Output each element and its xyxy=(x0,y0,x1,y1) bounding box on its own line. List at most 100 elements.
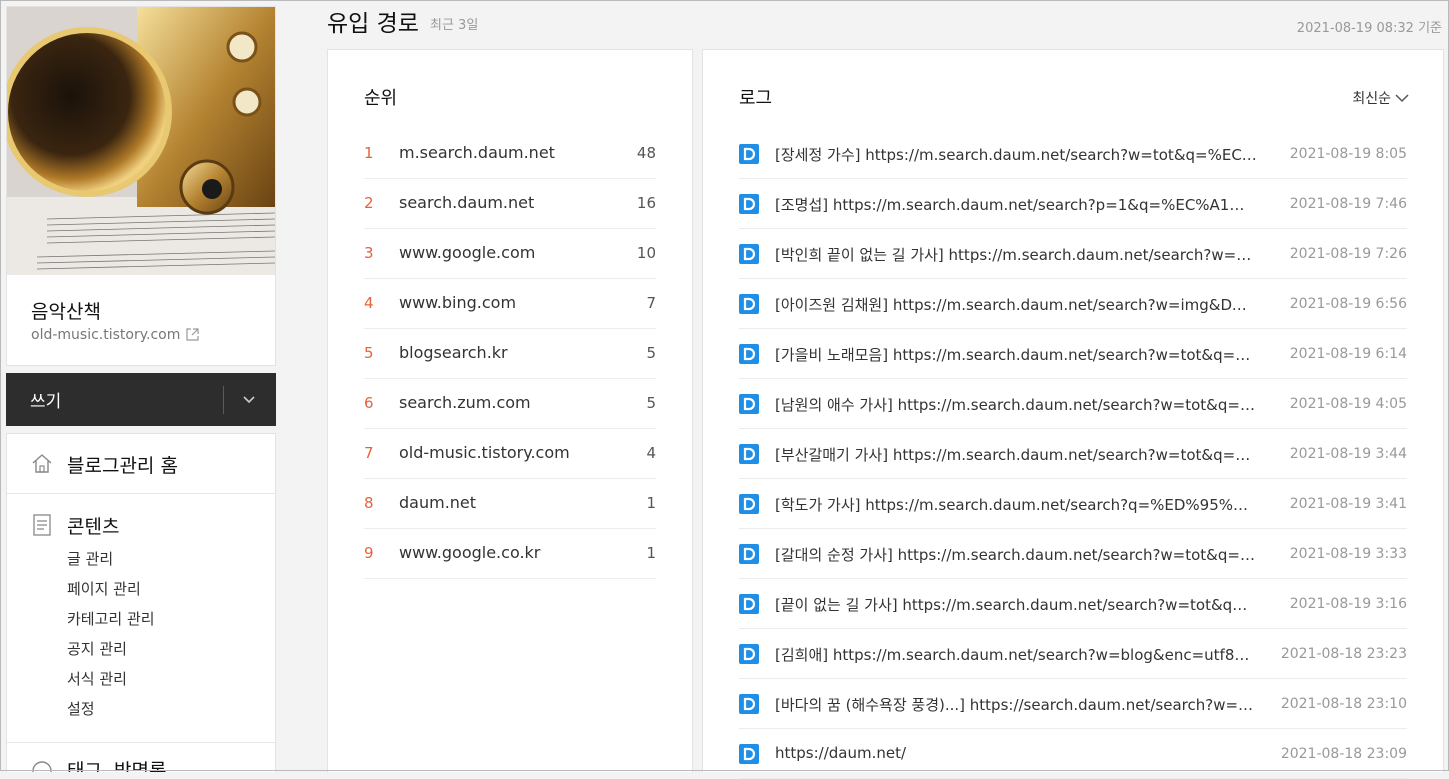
log-link[interactable]: [남원의 애수 가사] https://m.search.daum.net/se… xyxy=(775,394,1257,415)
submenu-notice-manage[interactable]: 공지 관리 xyxy=(67,637,155,667)
ranking-panel: 순위 1 m.search.daum.net 48 2 search.daum.net… xyxy=(327,49,693,772)
log-link[interactable]: https://daum.net/ xyxy=(775,744,1257,762)
ranking-title: 순위 xyxy=(364,88,398,109)
log-time: 2021-08-19 4:05 xyxy=(1289,396,1407,412)
log-link[interactable]: [아이즈원 김채원] https://m.search.daum.net/sea… xyxy=(775,294,1257,315)
log-row: [남원의 애수 가사] https://m.search.daum.net/se… xyxy=(739,379,1407,429)
ranking-list: 1 m.search.daum.net 48 2 search.daum.net 16 … xyxy=(364,129,656,579)
rank-number: 4 xyxy=(364,294,374,312)
home-icon xyxy=(31,452,53,478)
sort-label[interactable]: 최신순 xyxy=(1352,91,1391,107)
ranking-row: 1 m.search.daum.net 48 xyxy=(364,129,656,179)
page-title: 유입 경로 xyxy=(327,11,419,37)
daum-source-icon xyxy=(739,144,759,164)
external-link-icon[interactable] xyxy=(186,328,199,345)
rank-count: 16 xyxy=(636,194,656,212)
log-link[interactable]: [김희애] https://m.search.daum.net/search?w… xyxy=(775,644,1257,665)
submenu-page-manage[interactable]: 페이지 관리 xyxy=(67,577,155,607)
log-time: 2021-08-18 23:09 xyxy=(1280,746,1407,762)
chevron-down-icon[interactable] xyxy=(1395,93,1409,103)
blog-url-link[interactable]: old-music.tistory.com xyxy=(31,327,199,345)
daum-source-icon xyxy=(739,544,759,564)
log-row: [끝이 없는 길 가사] https://m.search.daum.net/s… xyxy=(739,579,1407,629)
daum-source-icon xyxy=(739,644,759,664)
write-button-bar: 쓰기 xyxy=(6,373,276,426)
blog-name: 음악산책 xyxy=(31,301,101,323)
log-title: 로그 xyxy=(739,88,773,109)
rank-count: 5 xyxy=(646,394,656,412)
menu-item-blog-home[interactable]: 블로그관리 홈 xyxy=(7,434,275,494)
rank-domain: daum.net xyxy=(399,493,477,512)
menu-home-label[interactable]: 블로그관리 홈 xyxy=(67,451,178,478)
document-icon xyxy=(33,514,51,540)
page-period: 최근 3일 xyxy=(430,18,479,33)
log-row: [바다의 꿈 (해수욕장 풍경)...] https://search.daum… xyxy=(739,679,1407,729)
rank-number: 6 xyxy=(364,394,374,412)
daum-source-icon xyxy=(739,344,759,364)
sort-dropdown[interactable]: 최신순 xyxy=(1352,88,1409,108)
rank-number: 2 xyxy=(364,194,374,212)
menu-tags-guestbook-label[interactable]: 태그, 방명록 xyxy=(67,756,166,772)
rank-number: 3 xyxy=(364,244,374,262)
daum-source-icon xyxy=(739,494,759,514)
log-row: https://daum.net/2021-08-18 23:09 xyxy=(739,729,1407,779)
log-panel: 로그 최신순 [장세정 가수] https://m.search.daum.ne… xyxy=(702,49,1444,779)
blog-url-text[interactable]: old-music.tistory.com xyxy=(31,327,180,343)
rank-count: 1 xyxy=(646,544,656,562)
rank-domain: blogsearch.kr xyxy=(399,343,508,362)
rank-domain: www.google.com xyxy=(399,243,536,262)
rank-domain: old-music.tistory.com xyxy=(399,443,570,462)
rank-count: 10 xyxy=(636,244,656,262)
daum-source-icon xyxy=(739,594,759,614)
blog-cover-image[interactable] xyxy=(7,7,275,275)
log-time: 2021-08-19 6:14 xyxy=(1289,346,1407,362)
daum-source-icon xyxy=(739,444,759,464)
log-time: 2021-08-19 3:44 xyxy=(1289,446,1407,462)
daum-source-icon xyxy=(739,394,759,414)
log-link[interactable]: [학도가 가사] https://m.search.daum.net/searc… xyxy=(775,494,1257,515)
submenu-template-manage[interactable]: 서식 관리 xyxy=(67,667,155,697)
ranking-row: 2 search.daum.net 16 xyxy=(364,179,656,229)
submenu-category-manage[interactable]: 카테고리 관리 xyxy=(67,607,155,637)
rank-number: 7 xyxy=(364,444,374,462)
sidebar-menu: 블로그관리 홈 콘텐츠 글 관리 페이지 관리 카테고리 관리 공지 관리 서식… xyxy=(6,433,276,772)
write-divider xyxy=(223,386,224,414)
log-row: [가을비 노래모음] https://m.search.daum.net/sea… xyxy=(739,329,1407,379)
daum-source-icon xyxy=(739,244,759,264)
log-row: [조명섭] https://m.search.daum.net/search?p… xyxy=(739,179,1407,229)
log-link[interactable]: [갈대의 순정 가사] https://m.search.daum.net/se… xyxy=(775,544,1257,565)
log-time: 2021-08-18 23:10 xyxy=(1280,696,1407,712)
ranking-row: 5 blogsearch.kr 5 xyxy=(364,329,656,379)
log-row: [갈대의 순정 가사] https://m.search.daum.net/se… xyxy=(739,529,1407,579)
log-time: 2021-08-19 7:46 xyxy=(1289,196,1407,212)
submenu-post-manage[interactable]: 글 관리 xyxy=(67,547,155,577)
rank-domain: www.bing.com xyxy=(399,293,517,312)
log-link[interactable]: [조명섭] https://m.search.daum.net/search?p… xyxy=(775,194,1257,215)
log-row: [장세정 가수] https://m.search.daum.net/searc… xyxy=(739,129,1407,179)
log-link[interactable]: [부산갈매기 가사] https://m.search.daum.net/sea… xyxy=(775,444,1257,465)
rank-domain: search.zum.com xyxy=(399,393,531,412)
menu-content-label[interactable]: 콘텐츠 xyxy=(67,512,119,539)
ranking-row: 8 daum.net 1 xyxy=(364,479,656,529)
log-link[interactable]: [박인희 끝이 없는 길 가사] https://m.search.daum.n… xyxy=(775,244,1257,265)
log-time: 2021-08-19 8:05 xyxy=(1289,146,1407,162)
log-link[interactable]: [가을비 노래모음] https://m.search.daum.net/sea… xyxy=(775,344,1257,365)
ranking-row: 3 www.google.com 10 xyxy=(364,229,656,279)
daum-source-icon xyxy=(739,744,759,764)
log-list: [장세정 가수] https://m.search.daum.net/searc… xyxy=(739,129,1407,779)
log-time: 2021-08-18 23:23 xyxy=(1280,646,1407,662)
write-button[interactable]: 쓰기 xyxy=(30,387,61,412)
chevron-down-icon[interactable] xyxy=(242,391,256,410)
rank-number: 5 xyxy=(364,344,374,362)
rank-count: 7 xyxy=(646,294,656,312)
content-submenu: 글 관리 페이지 관리 카테고리 관리 공지 관리 서식 관리 설정 xyxy=(67,547,155,727)
submenu-settings[interactable]: 설정 xyxy=(67,697,155,727)
rank-domain: search.daum.net xyxy=(399,193,535,212)
rank-number: 8 xyxy=(364,494,374,512)
log-link[interactable]: [끝이 없는 길 가사] https://m.search.daum.net/s… xyxy=(775,594,1257,615)
saxophone-photo xyxy=(7,7,275,275)
log-time: 2021-08-19 3:33 xyxy=(1289,546,1407,562)
log-link[interactable]: [바다의 꿈 (해수욕장 풍경)...] https://search.daum… xyxy=(775,694,1257,715)
log-link[interactable]: [장세정 가수] https://m.search.daum.net/searc… xyxy=(775,144,1257,165)
ranking-row: 9 www.google.co.kr 1 xyxy=(364,529,656,579)
